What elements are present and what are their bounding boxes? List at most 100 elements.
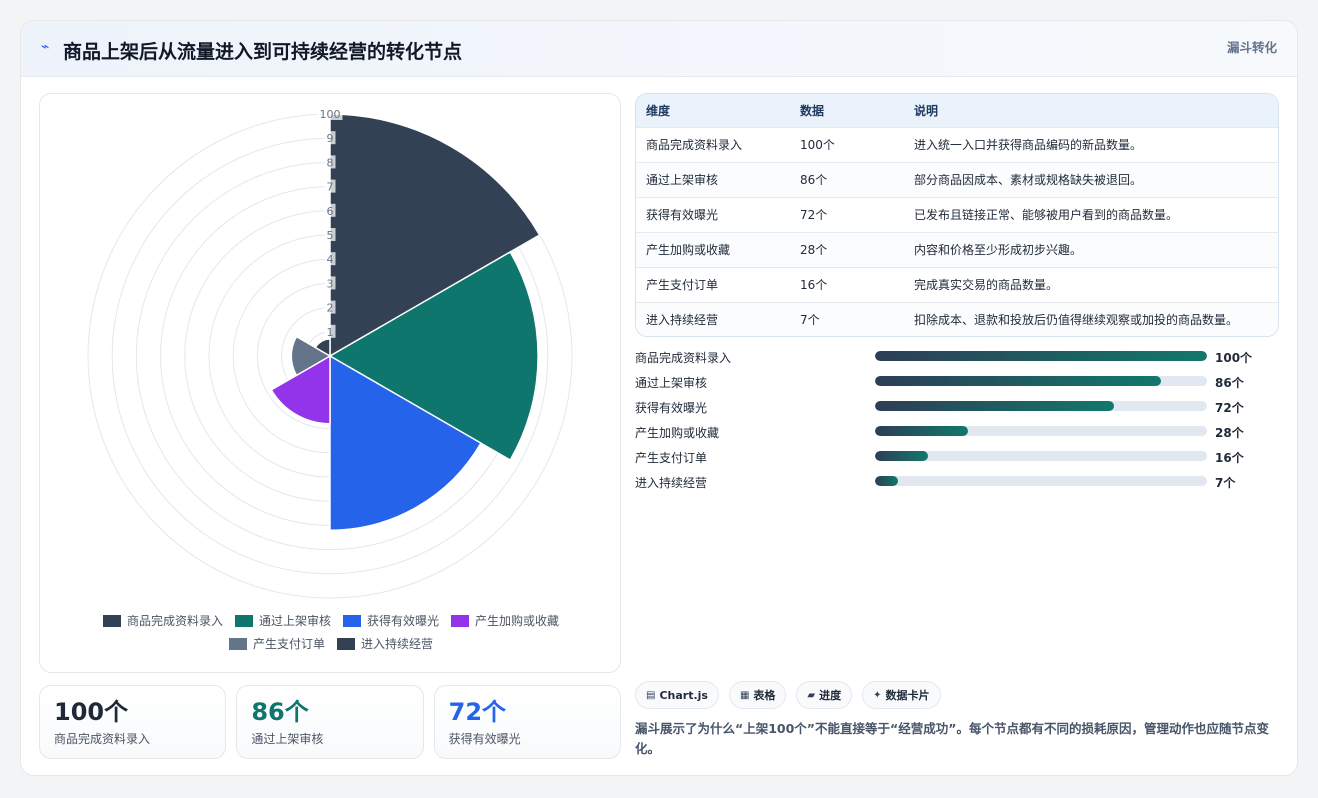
feature-chips: ▤ Chart.js ▦ 表格 ▰ 进度 ✦ 数据卡片	[635, 681, 941, 709]
r-tick-label: 4	[327, 253, 334, 266]
legend-label: 商品完成资料录入	[126, 614, 223, 628]
cell-description: 完成真实交易的商品数量。	[914, 278, 1059, 292]
summary-text: 漏斗展示了为什么“上架100个”不能直接等于“经营成功”。每个节点都有不同的损耗…	[635, 721, 1269, 756]
kpi-value: 86个	[251, 698, 309, 726]
legend-item[interactable]: 产生加购或收藏	[451, 612, 559, 629]
progress-row: 产生加购或收藏 28个	[635, 422, 1279, 447]
kpi-card: 86个通过上架审核	[236, 685, 424, 759]
category-tag: 漏斗转化	[1226, 40, 1277, 55]
chip-label: 表格	[753, 689, 776, 702]
legend-item[interactable]: 商品完成资料录入	[102, 612, 223, 629]
kpi-label: 获得有效曝光	[448, 732, 521, 746]
column-header: 数据	[800, 103, 825, 118]
cell-description: 扣除成本、退款和投放后仍值得继续观察或加投的商品数量。	[914, 313, 1239, 328]
progress-row: 获得有效曝光 72个	[635, 397, 1279, 422]
cell-dimension: 商品完成资料录入	[646, 138, 743, 152]
progress-track	[875, 426, 1207, 436]
cell-value: 16个	[800, 278, 828, 292]
cell-value: 28个	[800, 243, 828, 257]
trend-icon: ⌁	[41, 39, 50, 55]
legend-item[interactable]: 产生支付订单	[228, 635, 325, 652]
r-tick-label: 2	[327, 302, 334, 315]
progress-row: 通过上架审核 86个	[635, 372, 1279, 397]
progress-fill	[875, 451, 929, 461]
cell-dimension: 进入持续经营	[646, 313, 719, 328]
progress-label: 产生支付订单	[635, 451, 708, 465]
column-header: 维度	[646, 103, 671, 118]
cell-dimension: 产生加购或收藏	[646, 243, 731, 257]
legend-label: 产生支付订单	[252, 637, 325, 651]
progress-row: 进入持续经营 7个	[635, 472, 1279, 497]
progress-track	[875, 401, 1207, 411]
progress-track	[875, 476, 1207, 486]
legend-label: 产生加购或收藏	[475, 614, 560, 628]
legend-item[interactable]: 进入持续经营	[337, 635, 433, 652]
cell-description: 内容和价格至少形成初步兴趣。	[914, 243, 1083, 257]
table-row: 通过上架审核 86个 部分商品因成本、素材或规格缺失被退回。	[636, 162, 1278, 197]
cell-value: 72个	[800, 208, 828, 222]
progress-track	[875, 351, 1207, 361]
card-icon: ✦	[873, 689, 882, 701]
cell-description: 部分商品因成本、素材或规格缺失被退回。	[914, 173, 1143, 187]
progress-value: 28个	[1215, 426, 1244, 440]
progress-value: 86个	[1215, 376, 1244, 390]
kpi-card: 100个商品完成资料录入	[39, 685, 227, 759]
legend-item[interactable]: 通过上架审核	[234, 612, 331, 629]
chip-table[interactable]: ▦ 表格	[728, 681, 787, 709]
cell-description: 已发布且链接正常、能够被用户看到的商品数量。	[914, 208, 1179, 222]
chart-icon: ▤	[646, 689, 656, 701]
chip-progress[interactable]: ▰ 进度	[796, 681, 853, 709]
progress-label: 进入持续经营	[635, 476, 708, 490]
cell-value: 86个	[800, 173, 828, 187]
progress-track	[875, 451, 1207, 461]
progress-fill	[875, 351, 1207, 361]
r-tick-label: 7	[327, 181, 334, 194]
progress-fill	[875, 401, 1115, 411]
table-row: 商品完成资料录入 100个 进入统一入口并获得商品编码的新品数量。	[636, 127, 1278, 162]
kpi-value: 100个	[54, 698, 129, 726]
cell-value: 100个	[800, 138, 835, 152]
legend-item[interactable]: 获得有效曝光	[343, 612, 439, 629]
chip-label: Chart.js	[659, 688, 708, 702]
progress-fill	[875, 426, 968, 436]
legend-swatch	[102, 614, 121, 627]
progress-list: 商品完成资料录入 100个通过上架审核 86个获得有效曝光 72个 产生加购或收藏 28个…	[635, 347, 1279, 497]
r-tick-label: 1	[327, 326, 334, 339]
table-icon: ▦	[739, 689, 750, 701]
legend-swatch	[228, 637, 247, 650]
dashboard-card: ⌁ 商品上架后从流量进入到可持续经营的转化节点 漏斗转化 1 2 3 4 5 6 7 8 9 10…	[20, 20, 1298, 776]
chip-chart[interactable]: ▤ Chart.js	[635, 681, 719, 709]
table-row: 获得有效曝光 72个 已发布且链接正常、能够被用户看到的商品数量。	[636, 197, 1278, 232]
cell-dimension: 获得有效曝光	[646, 208, 719, 222]
progress-row: 商品完成资料录入 100个	[635, 347, 1279, 372]
card-header: ⌁ 商品上架后从流量进入到可持续经营的转化节点 漏斗转化	[21, 21, 1297, 77]
table-header-row: 维度 数据 说明	[636, 94, 1278, 127]
kpi-card: 72个获得有效曝光	[433, 685, 621, 759]
table-row: 产生支付订单 16个 完成真实交易的商品数量。	[636, 267, 1278, 302]
progress-label: 通过上架审核	[635, 376, 708, 390]
r-tick-label: 8	[327, 156, 334, 169]
polar-area-chart[interactable]: 1 2 3 4 5 6 7 8 9 100	[40, 94, 622, 604]
kpi-label: 通过上架审核	[251, 732, 324, 746]
kpi-label: 商品完成资料录入	[54, 732, 151, 746]
progress-fill	[875, 476, 899, 486]
r-tick-label: 100	[320, 108, 341, 121]
table-row: 进入持续经营 7个 扣除成本、退款和投放后仍值得继续观察或加投的商品数量。	[636, 302, 1278, 336]
chip-label: 进度	[819, 689, 842, 702]
kpi-value: 72个	[448, 698, 507, 726]
r-tick-label: 5	[327, 229, 334, 242]
cell-dimension: 产生支付订单	[646, 278, 719, 292]
r-tick-label: 6	[327, 205, 334, 218]
r-tick-label: 9	[327, 132, 334, 145]
chip-label: 数据卡片	[885, 689, 930, 702]
legend-swatch	[234, 614, 253, 627]
legend-swatch	[337, 637, 355, 650]
progress-label: 商品完成资料录入	[635, 351, 732, 365]
chart-panel: 1 2 3 4 5 6 7 8 9 100 商品完成资料录入 通过上架审核 获得有效曝光 产生加购或收藏…	[39, 93, 621, 673]
progress-icon: ▰	[807, 689, 816, 701]
legend-label: 通过上架审核	[258, 614, 331, 628]
kpi-cards: 100个 商品完成资料录入 86个 通过上架审核 72个 获得有效曝光	[39, 685, 621, 759]
cell-dimension: 通过上架审核	[646, 173, 719, 187]
chip-card[interactable]: ✦ 数据卡片	[862, 681, 941, 709]
page-title: 商品上架后从流量进入到可持续经营的转化节点	[63, 41, 463, 63]
